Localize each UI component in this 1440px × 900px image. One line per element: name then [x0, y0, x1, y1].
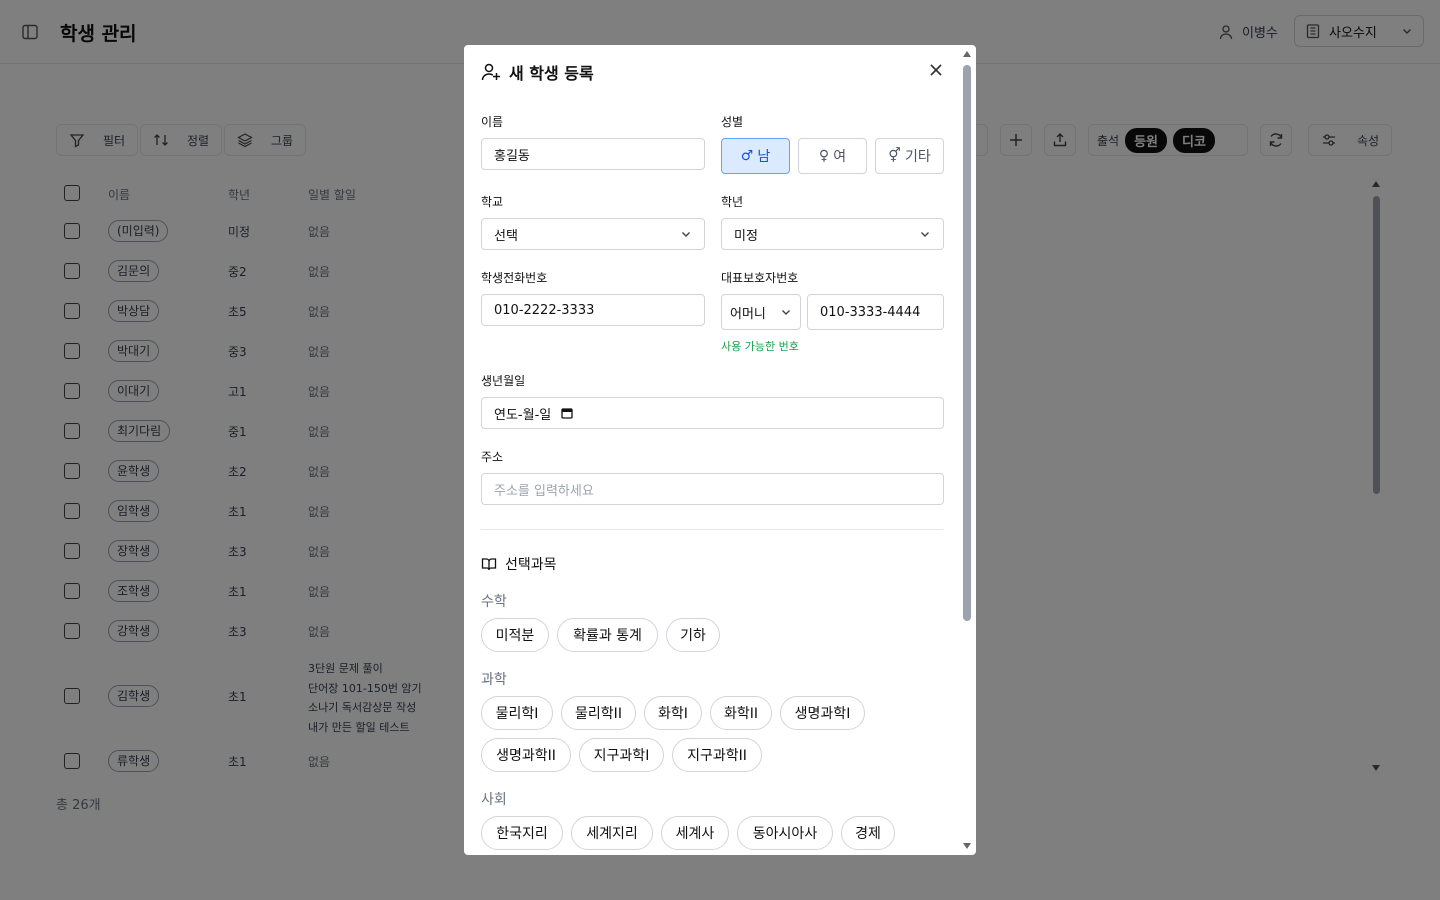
gender-other-button[interactable]: ⚥ 기타 — [875, 138, 944, 174]
elective-chip[interactable]: 기하 — [666, 618, 720, 652]
address-input[interactable]: 주소를 입력하세요 — [481, 473, 944, 505]
transgender-icon: ⚥ — [888, 148, 901, 164]
elective-chip[interactable]: 세계사 — [661, 816, 729, 850]
gender-male-button[interactable]: ♂ 남 — [721, 138, 790, 174]
birth-date-input[interactable]: 연도-월-일 — [481, 397, 944, 429]
school-select[interactable]: 선택 — [481, 218, 705, 250]
gender-other-label: 기타 — [904, 149, 931, 165]
section-divider — [481, 529, 943, 530]
student-phone-input[interactable]: 010-2222-3333 — [481, 294, 705, 326]
birth-label: 생년월일 — [481, 374, 526, 388]
elective-chip[interactable]: 미적분 — [481, 618, 549, 652]
elective-chip[interactable]: 생명과학II — [481, 738, 571, 772]
elective-chip[interactable]: 지구과학I — [579, 738, 664, 772]
modal-header: 새 학생 등록 — [481, 60, 594, 84]
school-select-value: 선택 — [494, 228, 518, 244]
modal-scroll-up-icon[interactable] — [962, 50, 972, 58]
chevron-down-icon — [782, 310, 790, 315]
close-icon[interactable] — [928, 62, 944, 78]
elective-chip[interactable]: 화학I — [644, 696, 702, 730]
elective-chip[interactable]: 화학II — [710, 696, 772, 730]
gender-male-label: 남 — [757, 149, 771, 165]
chevron-down-icon — [921, 232, 929, 237]
guardian-relation-select[interactable]: 어머니 — [721, 294, 801, 330]
male-icon: ♂ — [740, 148, 754, 164]
calendar-icon[interactable] — [561, 407, 573, 419]
modal-scroll-down-icon[interactable] — [962, 842, 972, 850]
modal-scrollbar[interactable] — [963, 65, 971, 621]
elective-chip[interactable]: 경제 — [841, 816, 895, 850]
electives-title: 선택과목 — [505, 557, 557, 573]
elective-chip[interactable]: 물리학I — [481, 696, 553, 730]
elective-chip[interactable]: 동아시아사 — [737, 816, 833, 850]
school-label: 학교 — [481, 195, 504, 209]
grade-select-value: 미정 — [734, 228, 758, 244]
category-science-label: 과학 — [481, 672, 507, 688]
student-phone-label: 학생전화번호 — [481, 271, 548, 285]
name-input[interactable]: 홍길동 — [481, 138, 705, 170]
address-label: 주소 — [481, 450, 504, 464]
gender-female-button[interactable]: ♀ 여 — [798, 138, 867, 174]
category-social-label: 사회 — [481, 792, 507, 808]
electives-heading: 선택과목 — [481, 554, 557, 574]
phone-available-message: 사용 가능한 번호 — [721, 340, 799, 353]
elective-chip[interactable]: 세계지리 — [571, 816, 653, 850]
elective-chip[interactable]: 한국지리 — [481, 816, 563, 850]
gender-female-label: 여 — [833, 149, 847, 165]
new-student-modal: 새 학생 등록 이름 홍길동 성별 ♂ 남 ♀ 여 ⚥ 기타 학교 선택 학년 미정 … — [464, 45, 976, 855]
guardian-phone-label: 대표보호자번호 — [721, 271, 799, 285]
birth-date-value: 연도-월-일 — [494, 407, 552, 423]
guardian-phone-input[interactable]: 010-3333-4444 — [807, 294, 944, 330]
user-plus-icon — [481, 63, 500, 81]
book-open-icon — [481, 558, 497, 571]
elective-chip[interactable]: 지구과학II — [672, 738, 762, 772]
grade-select[interactable]: 미정 — [721, 218, 944, 250]
category-math-label: 수학 — [481, 594, 507, 610]
modal-title: 새 학생 등록 — [509, 64, 594, 83]
female-icon: ♀ — [818, 148, 830, 164]
elective-chip[interactable]: 확률과 통계 — [557, 618, 658, 652]
elective-chip[interactable]: 생명과학I — [780, 696, 865, 730]
name-label: 이름 — [481, 115, 504, 129]
gender-label: 성별 — [721, 115, 744, 129]
elective-chip[interactable]: 물리학II — [561, 696, 636, 730]
guardian-relation-value: 어머니 — [730, 306, 766, 322]
grade-label: 학년 — [721, 195, 744, 209]
chevron-down-icon — [682, 232, 690, 237]
